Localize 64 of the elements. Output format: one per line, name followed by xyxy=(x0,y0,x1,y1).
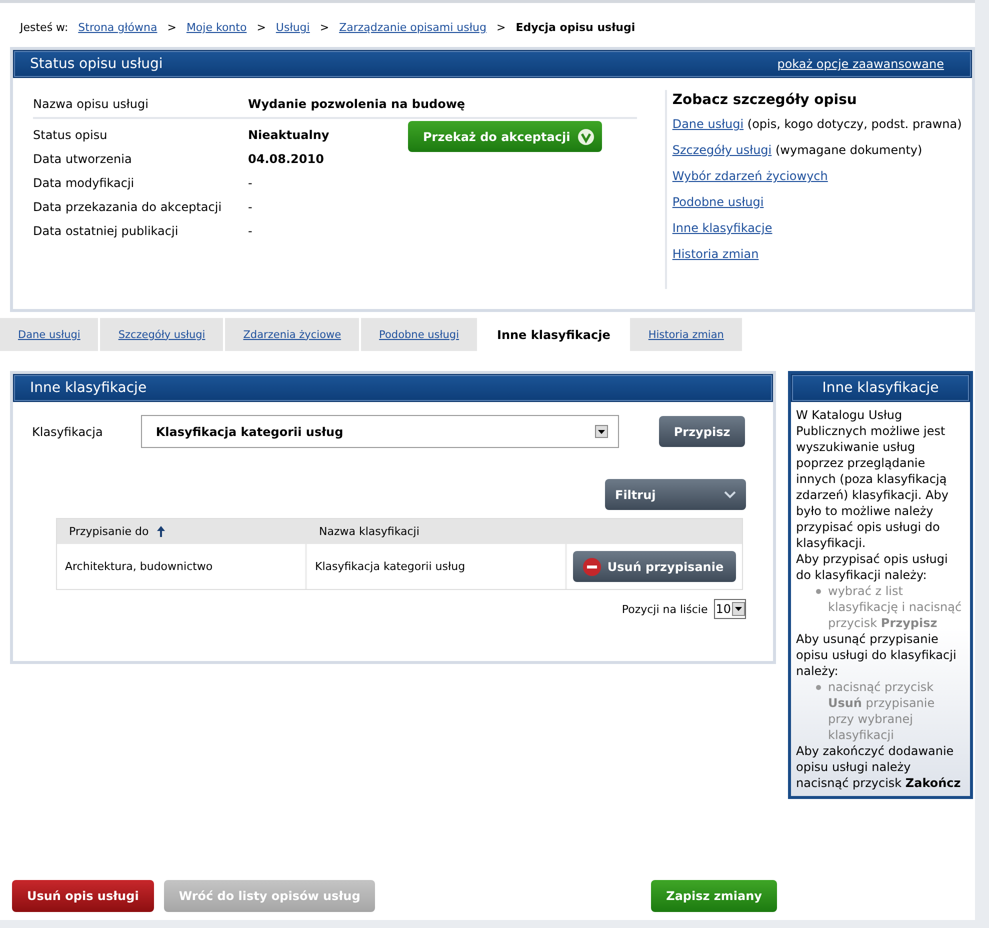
details-link[interactable]: Historia zmian xyxy=(672,247,759,261)
field-value: - xyxy=(248,200,254,214)
delete-button[interactable]: Usuń opis usługi xyxy=(12,880,154,912)
classification-dropdown[interactable]: Klasyfikacja kategorii usług xyxy=(140,415,619,448)
field-value: Wydanie pozwolenia na budowę xyxy=(248,96,466,110)
field-value: Nieaktualny xyxy=(248,128,330,142)
breadcrumb-separator: > xyxy=(320,21,330,34)
tab[interactable]: Historia zmian xyxy=(630,318,742,351)
field-label: Data przekazania do akceptacji xyxy=(33,200,223,214)
tab[interactable]: Szczegóły usługi xyxy=(100,318,224,351)
field-label: Data ostatniej publikacji xyxy=(33,224,180,238)
panel-title: Status opisu usługi xyxy=(30,56,163,72)
breadcrumb-separator: > xyxy=(496,21,506,34)
breadcrumb-link[interactable]: Usługi xyxy=(276,21,310,34)
breadcrumb-separator: > xyxy=(256,21,266,34)
field-value: 04.08.2010 xyxy=(248,152,325,166)
breadcrumb-link[interactable]: Moje konto xyxy=(186,21,247,34)
bullet-icon xyxy=(816,685,821,690)
advanced-options-link[interactable]: pokaż opcje zaawansowane xyxy=(777,57,944,71)
breadcrumb-link[interactable]: Strona główna xyxy=(78,21,158,34)
field-label: Status opisu xyxy=(33,128,108,142)
field-value: - xyxy=(248,224,254,238)
column-header[interactable]: Nazwa klasyfikacji xyxy=(307,519,567,544)
tab[interactable]: Podobne usługi xyxy=(361,318,477,351)
details-link[interactable]: Dane usługi xyxy=(672,117,744,131)
details-link-text: Dane usługi (opis, kogo dotyczy, podst. prawna) xyxy=(672,116,963,132)
field-label: Data modyfikacji xyxy=(33,176,136,190)
details-link[interactable]: Szczegóły usługi xyxy=(672,143,772,157)
remove-assignment-button[interactable]: Usuń przypisanie xyxy=(573,551,736,582)
help-list-item: nacisnąć przycisk Usuń przypisanie przy wybranej klasyfikacji xyxy=(828,679,936,743)
field-label: Data utworzenia xyxy=(33,152,133,166)
tab[interactable]: Dane usługi xyxy=(0,318,98,351)
breadcrumb-separator: > xyxy=(167,21,176,34)
help-text: W Katalogu Usług Publicznych możliwe jest wyszukiwanie usług poprzez przeglądanie innych (poza klasyfikacją zdarzeń) klasyfikacji. Aby było to możliwe należy przypisać opis usługi do klasyfikacji. xyxy=(796,407,950,551)
details-heading: Zobacz szczegóły opisu xyxy=(672,92,858,108)
help-text: Aby usunąć przypisanie opisu usługi do klasyfikacji należy: xyxy=(796,631,958,679)
field-label: Nazwa opisu usługi xyxy=(33,96,150,110)
help-list-item: wybrać z list klasyfikację i nacisnąć przycisk Przypisz xyxy=(828,583,963,631)
details-link[interactable]: Podobne usługi xyxy=(672,195,764,209)
details-link-text: Szczegóły usługi (wymagane dokumenty) xyxy=(672,142,924,158)
minus-icon xyxy=(583,558,602,576)
check-icon xyxy=(578,128,594,144)
page-size-label: Pozycji na liście xyxy=(622,602,708,616)
help-text: Aby zakończyć dodawanie opisu usługi należy nacisnąć przycisk Zakończ xyxy=(796,743,962,791)
breadcrumb-current: Edycja opisu usługi xyxy=(516,21,636,34)
field-value: - xyxy=(248,176,254,190)
assign-button[interactable]: Przypisz xyxy=(658,416,746,447)
panel-title: Inne klasyfikacje xyxy=(822,380,939,396)
column-header[interactable]: Przypisanie do xyxy=(57,519,307,544)
details-link[interactable]: Inne klasyfikacje xyxy=(672,221,772,235)
panel-title: Inne klasyfikacje xyxy=(30,380,147,396)
help-text: Aby przypisać opis usługi do klasyfikacji należy: xyxy=(796,551,949,583)
sort-up-arrow-icon xyxy=(156,526,165,537)
details-link[interactable]: Wybór zdarzeń życiowych xyxy=(672,169,828,183)
filter-button[interactable]: Filtruj xyxy=(605,479,746,510)
field-label: Klasyfikacja xyxy=(32,424,103,438)
bullet-icon xyxy=(816,589,821,594)
page-size-select[interactable]: 10 xyxy=(714,599,746,619)
save-button[interactable]: Zapisz zmiany xyxy=(651,880,777,912)
breadcrumb-link[interactable]: Zarządzanie opisami usług xyxy=(339,21,486,34)
submit-for-approval-button[interactable]: Przekaż do akceptacji xyxy=(408,121,602,152)
tab[interactable]: Zdarzenia życiowe xyxy=(225,318,360,351)
chevron-down-icon xyxy=(724,490,736,498)
breadcrumb-label: Jesteś w: xyxy=(20,21,68,34)
